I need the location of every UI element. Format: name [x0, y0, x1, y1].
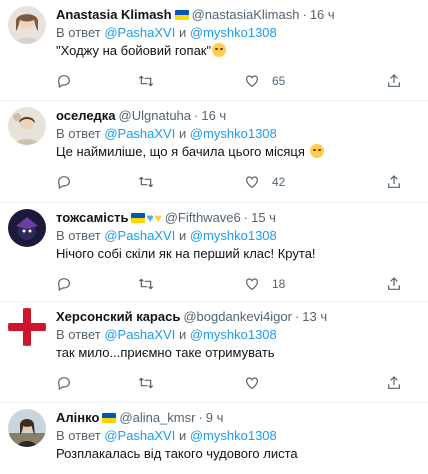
tweet-item[interactable]: тожсамість ♥ ♥ @Fifthwave6 · 15 ч В отве… [0, 203, 428, 302]
reply-context: В ответ @PashaXVI и @myshko1308 [56, 327, 277, 342]
avatar[interactable] [8, 6, 46, 44]
share-button[interactable] [386, 276, 402, 292]
author-handle[interactable]: @Ulgnatuha [119, 107, 191, 125]
like-button[interactable]: 65 [244, 73, 372, 89]
tweet-text: "Ходжу на бойовий гопак" [56, 42, 416, 60]
reply-feed: Anastasia Klimash @nastasiaKlimash · 16 … [0, 0, 428, 474]
like-button[interactable]: 42 [244, 174, 372, 190]
mention-link[interactable]: @PashaXVI [104, 327, 175, 342]
author-name[interactable]: оселедка [56, 107, 116, 125]
mention-link[interactable]: @PashaXVI [104, 228, 175, 243]
share-button[interactable] [386, 375, 402, 391]
reply-icon [58, 75, 70, 89]
author-handle[interactable]: @alina_kmsr [119, 409, 195, 427]
blue-heart-icon: ♥ [146, 211, 154, 225]
ukraine-flag-icon [174, 10, 189, 20]
reply-button[interactable] [56, 276, 138, 292]
reply-context: В ответ @PashaXVI и @myshko1308 [56, 228, 277, 243]
like-button[interactable] [244, 375, 372, 391]
mention-link[interactable]: @myshko1308 [190, 228, 277, 243]
share-button[interactable] [386, 73, 402, 89]
avatar[interactable] [8, 409, 46, 447]
mention-link[interactable]: @PashaXVI [104, 126, 175, 141]
tweet-text: Нічого собі скіли як на перший клас! Кру… [56, 246, 316, 261]
reply-icon [58, 278, 70, 292]
action-bar: 42 [56, 165, 416, 199]
reply-context: В ответ @PashaXVI и @myshko1308 [56, 428, 277, 443]
ukraine-flag-icon [102, 413, 117, 423]
tweet-item[interactable]: оселедка @Ulgnatuha · 16 ч В ответ @Pash… [0, 101, 428, 203]
reply-icon [58, 377, 70, 391]
retweet-icon [138, 377, 154, 389]
reply-context: В ответ @PashaXVI и @myshko1308 [56, 126, 277, 141]
tweet-item[interactable]: Anastasia Klimash @nastasiaKlimash · 16 … [0, 0, 428, 101]
action-bar [56, 366, 416, 400]
like-count: 18 [272, 277, 286, 291]
timestamp[interactable]: 13 ч [302, 308, 327, 326]
author-handle[interactable]: @bogdankevi4igor [183, 308, 292, 326]
author-name[interactable]: тожсамість [56, 209, 128, 227]
tweet-text: Це наймиліше, що я бачила цього місяця [56, 143, 416, 161]
tweet-text: так мило...приємно таке отримувать [56, 345, 275, 360]
share-icon [388, 175, 400, 188]
share-button[interactable] [386, 174, 402, 190]
action-bar: 18 [56, 267, 416, 301]
author-name[interactable]: Алінко [56, 409, 99, 427]
mention-link[interactable]: @PashaXVI [104, 428, 175, 443]
author-handle[interactable]: @nastasiaKlimash [192, 6, 300, 24]
retweet-button[interactable] [138, 276, 244, 292]
avatar[interactable] [8, 209, 46, 247]
retweet-icon [138, 75, 154, 87]
separator-dot: · [198, 410, 203, 425]
heart-icon [246, 278, 258, 291]
mention-link[interactable]: @myshko1308 [190, 126, 277, 141]
reply-button[interactable] [56, 73, 138, 89]
reply-button[interactable] [56, 375, 138, 391]
retweet-button[interactable] [138, 174, 244, 190]
tweet-text: Розплакалась від такого чудового листа [56, 446, 298, 461]
tweet-item[interactable]: Херсонский карась @bogdankevi4igor · 13 … [0, 302, 428, 403]
like-count: 42 [272, 175, 286, 189]
mention-link[interactable]: @myshko1308 [190, 25, 277, 40]
retweet-button[interactable] [138, 375, 244, 391]
separator-dot: · [194, 108, 199, 123]
author-name[interactable]: Anastasia Klimash [56, 6, 172, 24]
separator-dot: · [294, 309, 300, 324]
ukraine-flag-icon [131, 213, 146, 223]
separator-dot: · [302, 7, 307, 22]
separator-dot: · [243, 210, 249, 225]
retweet-button[interactable] [138, 73, 244, 89]
retweet-icon [138, 176, 154, 188]
action-bar: 65 [56, 64, 416, 98]
timestamp[interactable]: 9 ч [206, 409, 224, 427]
tweet-item[interactable]: Алінко @alina_kmsr · 9 ч В ответ @PashaX… [0, 403, 428, 474]
share-icon [388, 74, 400, 87]
reply-button[interactable] [56, 174, 138, 190]
author-handle[interactable]: @Fifthwave6 [165, 209, 241, 227]
avatar[interactable] [8, 308, 46, 346]
reply-context: В ответ @PashaXVI и @myshko1308 [56, 25, 277, 40]
mention-link[interactable]: @myshko1308 [190, 327, 277, 342]
heart-icon [246, 377, 258, 390]
smiling-face-icon [212, 43, 227, 57]
heart-icon [246, 75, 258, 88]
avatar[interactable] [8, 107, 46, 145]
yellow-heart-icon: ♥ [154, 211, 162, 225]
like-count: 65 [272, 74, 286, 88]
pleading-face-icon [309, 144, 324, 158]
retweet-icon [138, 278, 154, 290]
timestamp[interactable]: 15 ч [251, 209, 276, 227]
mention-link[interactable]: @PashaXVI [104, 25, 175, 40]
share-icon [388, 277, 400, 290]
reply-icon [58, 176, 70, 190]
share-icon [388, 376, 400, 389]
heart-icon [246, 176, 258, 189]
timestamp[interactable]: 16 ч [310, 6, 335, 24]
like-button[interactable]: 18 [244, 276, 372, 292]
mention-link[interactable]: @myshko1308 [190, 428, 277, 443]
timestamp[interactable]: 16 ч [201, 107, 226, 125]
author-name[interactable]: Херсонский карась [56, 308, 180, 326]
